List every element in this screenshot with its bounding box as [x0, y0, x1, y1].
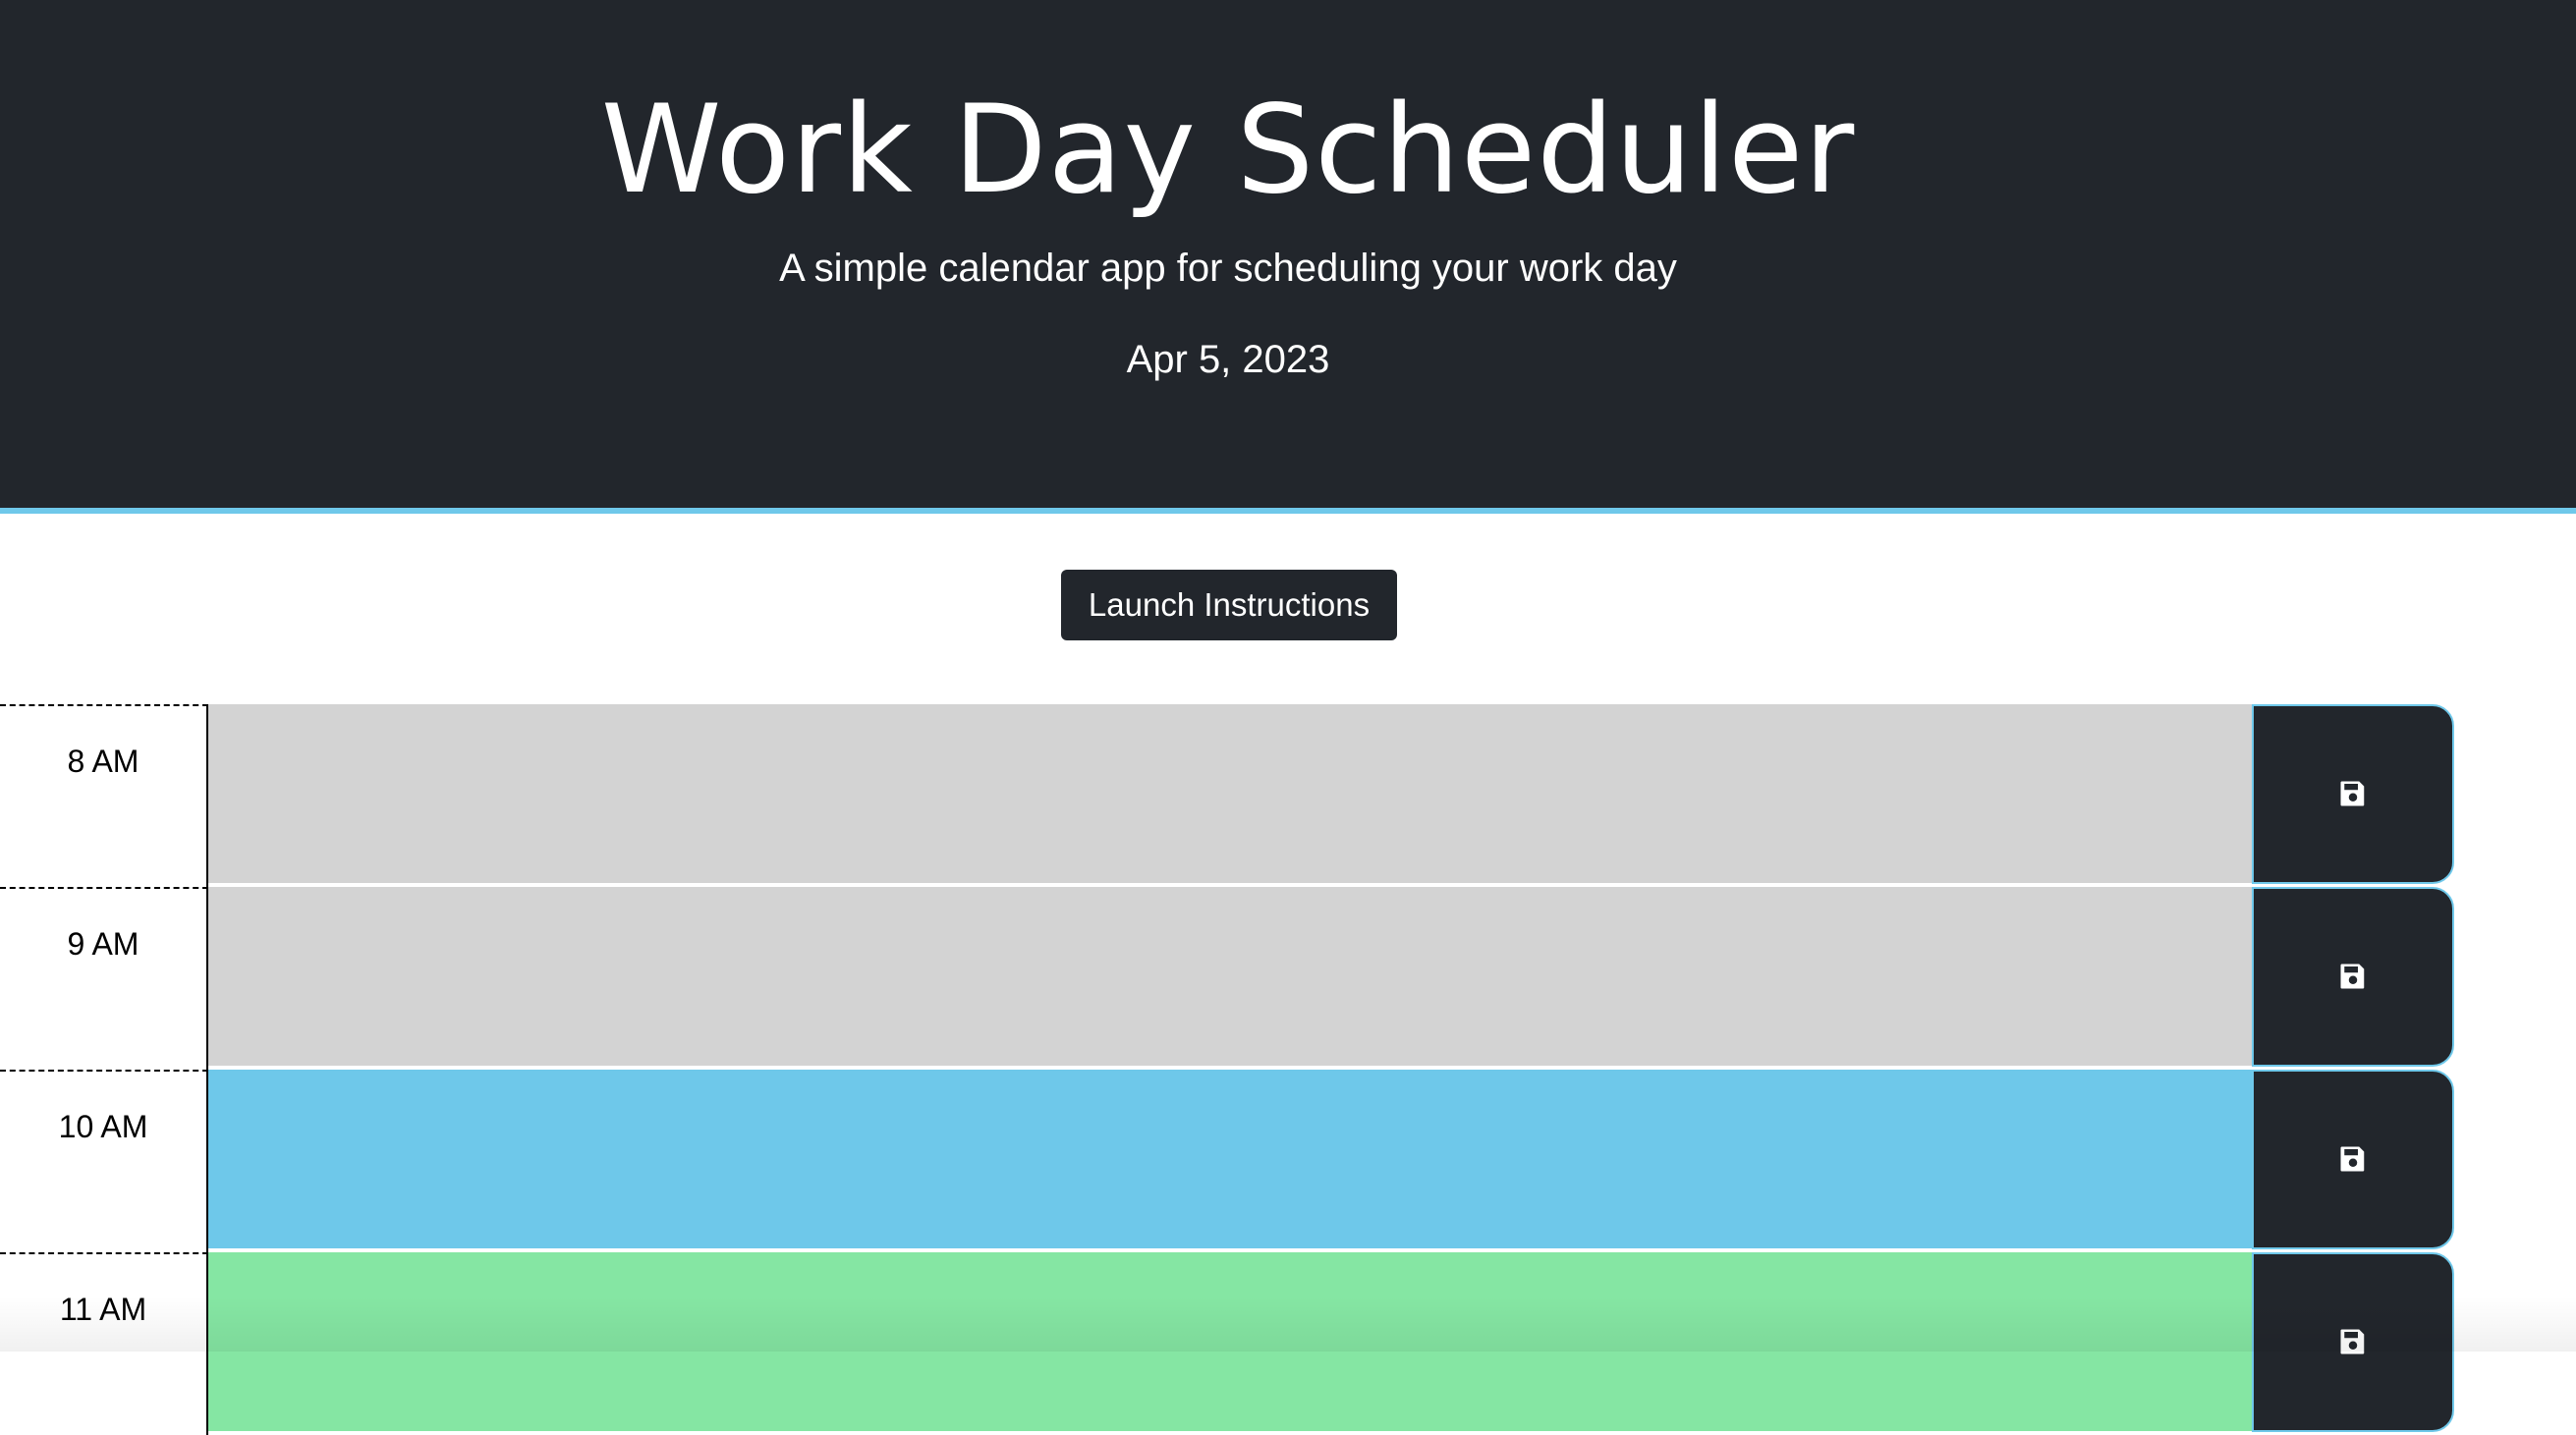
- save-button[interactable]: [2252, 704, 2454, 884]
- timeblock-11am: 11 AM: [0, 1252, 2456, 1435]
- save-button[interactable]: [2252, 1252, 2454, 1432]
- hour-label: 10 AM: [0, 1070, 208, 1252]
- floppy-disk-icon: [2340, 1146, 2365, 1172]
- save-button[interactable]: [2252, 887, 2454, 1067]
- save-button[interactable]: [2252, 1070, 2454, 1249]
- page-subtitle: A simple calendar app for scheduling you…: [779, 247, 1677, 290]
- launch-instructions-button[interactable]: Launch Instructions: [1061, 570, 1397, 640]
- current-date: Apr 5, 2023: [1126, 338, 1330, 381]
- header: Work Day Scheduler A simple calendar app…: [0, 0, 2576, 514]
- page-title: Work Day Scheduler: [600, 80, 1856, 221]
- hour-label: 11 AM: [0, 1252, 208, 1435]
- floppy-disk-icon: [2340, 1329, 2365, 1354]
- floppy-disk-icon: [2340, 781, 2365, 806]
- hour-label: 9 AM: [0, 887, 208, 1070]
- timeblock-8am: 8 AM: [0, 704, 2456, 887]
- hour-label: 8 AM: [0, 704, 208, 887]
- event-description-input[interactable]: [208, 1070, 2252, 1250]
- floppy-disk-icon: [2340, 964, 2365, 989]
- event-description-input[interactable]: [208, 704, 2252, 885]
- timeblock-9am: 9 AM: [0, 887, 2456, 1070]
- event-description-input[interactable]: [208, 887, 2252, 1068]
- timeblock-10am: 10 AM: [0, 1070, 2456, 1252]
- event-description-input[interactable]: [208, 1252, 2252, 1433]
